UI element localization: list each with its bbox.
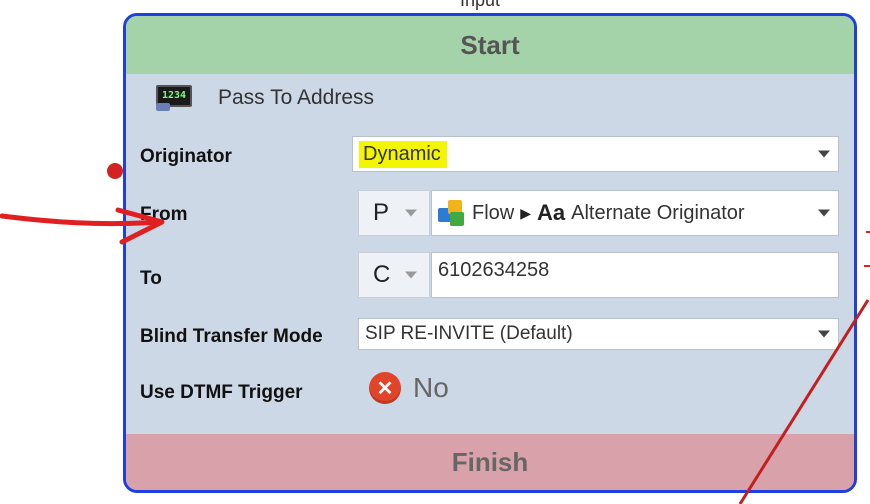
annotation-arrow-head [115, 207, 165, 245]
annotation-marks [864, 231, 870, 267]
annotation-dot [107, 163, 123, 179]
annotation-line [738, 299, 870, 504]
annotation-overlay [0, 163, 870, 504]
